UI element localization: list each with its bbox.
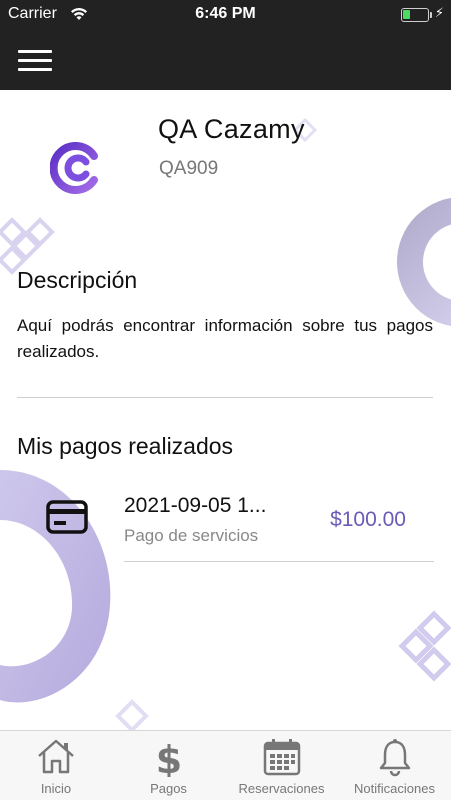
tab-reservaciones[interactable]: Reservaciones [225,731,338,800]
home-icon [36,737,76,779]
status-bar: Carrier 6:46 PM ⚡ [0,0,451,30]
svg-text:$: $ [155,738,181,777]
battery-icon [401,8,429,22]
calendar-icon [262,737,302,781]
profile-code: QA909 [159,158,219,179]
app-bar [0,30,451,90]
payment-date: 2021-09-05 1... [124,494,267,517]
tab-label: Notificaciones [354,781,435,796]
profile-name: QA Cazamy [158,114,305,144]
description-text: Aquí podrás encontrar información sobre … [17,316,433,361]
hamburger-menu-icon[interactable] [18,50,52,72]
battery-tip [430,12,432,18]
tab-bar: Inicio $ Pagos Reservaciones Notificacio… [0,730,451,800]
payment-amount: $100.00 [330,508,406,531]
payment-divider [124,561,434,562]
section-divider [17,397,433,398]
credit-card-icon [46,500,88,534]
charging-bolt-icon: ⚡ [434,6,444,21]
clock-time: 6:46 PM [195,5,256,22]
tab-label: Reservaciones [238,781,325,796]
tab-notificaciones[interactable]: Notificaciones [338,731,451,800]
cazamy-logo [49,142,102,194]
tab-label: Pagos [150,781,187,796]
tab-label: Inicio [40,781,72,796]
dollar-icon: $ [154,737,184,782]
payments-title: Mis pagos realizados [17,433,234,459]
payment-type: Pago de servicios [124,526,259,545]
tab-pagos[interactable]: $ Pagos [112,731,225,800]
payment-list-item[interactable]: 2021-09-05 1... Pago de servicios $100.0… [0,476,451,566]
description-title: Descripción [17,267,138,293]
bell-icon [377,737,413,781]
tab-inicio[interactable]: Inicio [0,731,112,800]
